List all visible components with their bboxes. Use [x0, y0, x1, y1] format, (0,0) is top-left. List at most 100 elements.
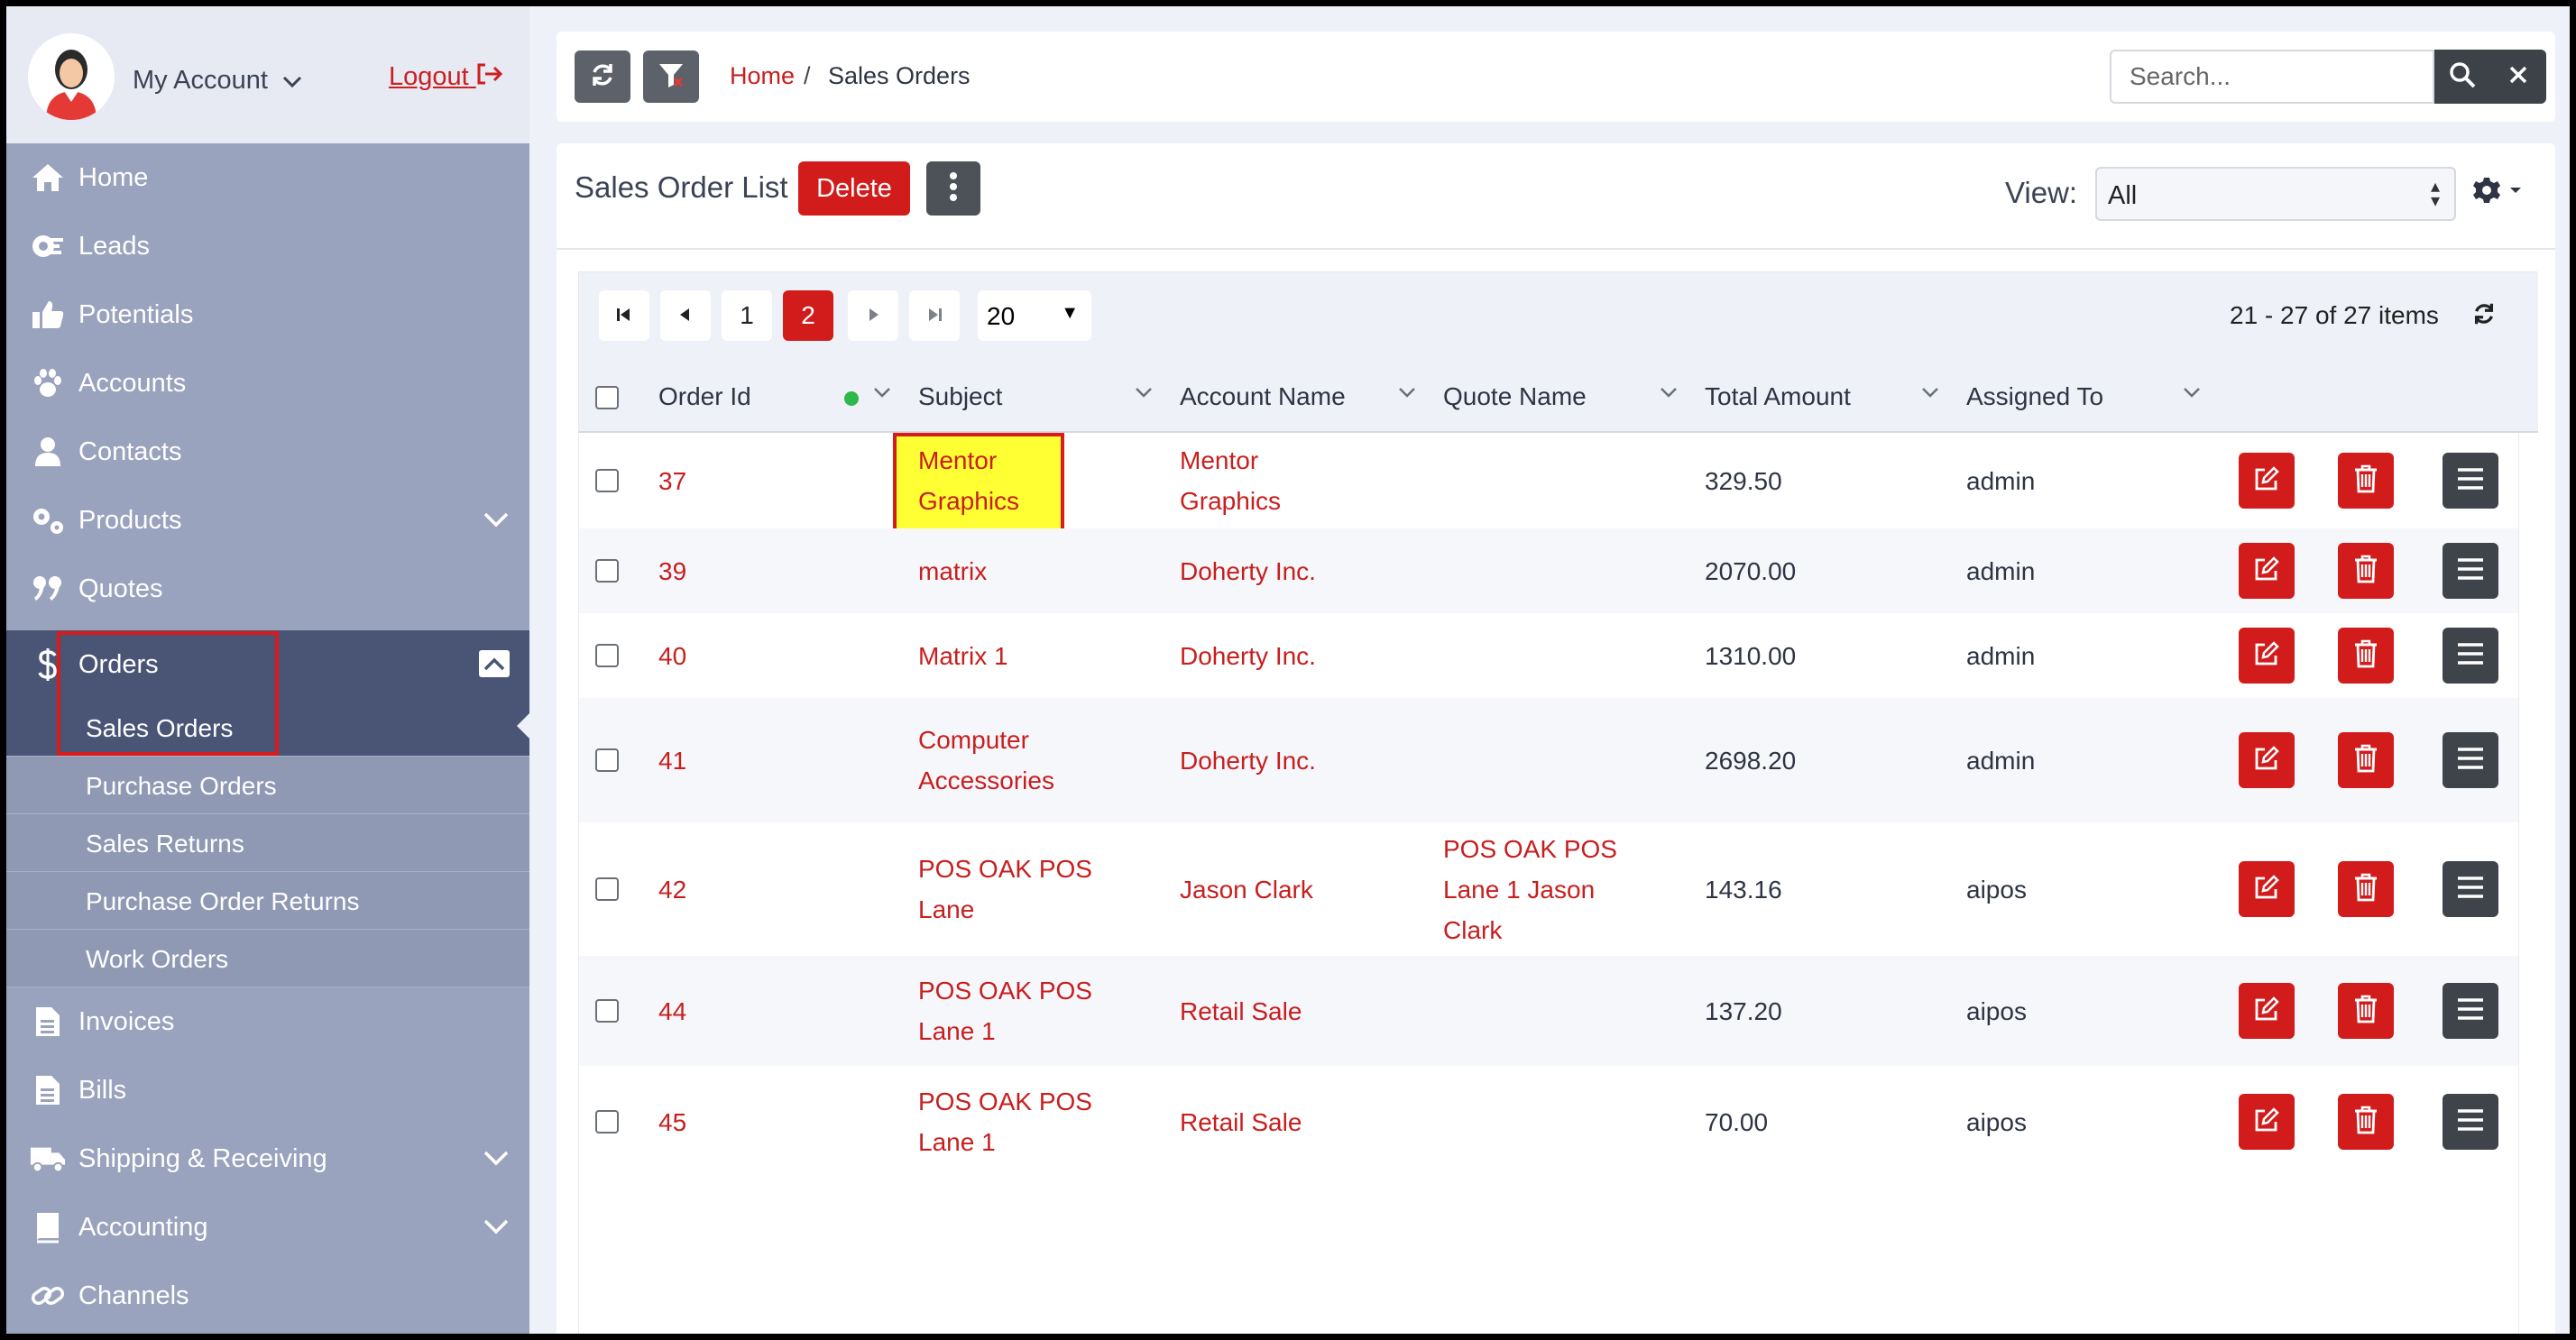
account-name-link[interactable]: Doherty Inc.	[1180, 551, 1316, 592]
chevron-down-icon[interactable]	[1921, 386, 1939, 403]
row-menu-button[interactable]	[2443, 628, 2498, 684]
table-row[interactable]: 37 Mentor Graphics Mentor Graphics 329.50 admi…	[579, 433, 2518, 537]
chevron-down-icon[interactable]	[1398, 386, 1416, 403]
column-header-order-id[interactable]: Order Id	[658, 382, 751, 411]
row-checkbox[interactable]	[595, 877, 619, 901]
subject-link[interactable]: POS OAK POS Lane 1	[918, 1081, 1092, 1162]
table-row[interactable]: 42 POS OAK POS Lane Jason Clark POS OAK POS L…	[579, 822, 2518, 956]
delete-row-button[interactable]	[2338, 628, 2394, 684]
delete-button[interactable]: Delete	[798, 161, 910, 216]
clear-search-button[interactable]	[2490, 50, 2546, 104]
column-header-quote-name[interactable]: Quote Name	[1443, 382, 1587, 411]
sidebar-subitem-purchase-orders[interactable]: Purchase Orders	[6, 757, 529, 814]
sidebar-subitem-sales-returns[interactable]: Sales Returns	[6, 814, 529, 872]
last-page-button[interactable]	[909, 290, 960, 341]
delete-row-button[interactable]	[2338, 861, 2394, 917]
table-row[interactable]: 40 Matrix 1 Doherty Inc. 1310.00 admin	[579, 613, 2518, 698]
clear-filter-button[interactable]	[643, 50, 699, 103]
more-actions-button[interactable]	[926, 161, 980, 216]
edit-button[interactable]	[2239, 983, 2295, 1039]
row-checkbox[interactable]	[595, 748, 619, 772]
order-id-link[interactable]: 42	[658, 869, 686, 910]
edit-button[interactable]	[2239, 628, 2295, 684]
account-name-link[interactable]: Doherty Inc.	[1180, 636, 1316, 676]
table-row[interactable]: 45 POS OAK POS Lane 1 Retail Sale 70.00 aipos	[579, 1066, 2518, 1178]
page-2-button[interactable]: 2	[783, 290, 833, 341]
chevron-down-icon[interactable]	[1135, 386, 1153, 403]
sidebar-item-potentials[interactable]: Potentials	[6, 280, 529, 349]
order-id-link[interactable]: 41	[658, 740, 686, 781]
sidebar-subitem-work-orders[interactable]: Work Orders	[6, 930, 529, 987]
subject-link[interactable]: POS OAK POS Lane 1	[918, 970, 1092, 1051]
row-menu-button[interactable]	[2443, 543, 2498, 599]
chevron-up-icon[interactable]	[479, 650, 510, 677]
row-checkbox[interactable]	[595, 1110, 619, 1133]
chevron-down-icon[interactable]	[483, 1213, 510, 1243]
sidebar-item-leads[interactable]: Leads	[6, 212, 529, 280]
view-select[interactable]: All ▴ ▾	[2095, 167, 2456, 221]
first-page-button[interactable]	[599, 290, 649, 341]
search-button[interactable]	[2434, 50, 2490, 104]
refresh-button[interactable]	[575, 50, 630, 103]
row-menu-button[interactable]	[2443, 453, 2498, 509]
row-checkbox[interactable]	[595, 469, 619, 492]
sidebar-item-accounting[interactable]: Accounting	[6, 1193, 529, 1262]
sidebar-item-contacts[interactable]: Contacts	[6, 418, 529, 486]
order-id-link[interactable]: 37	[658, 461, 686, 501]
edit-button[interactable]	[2239, 1094, 2295, 1150]
edit-button[interactable]	[2239, 543, 2295, 599]
chevron-down-icon[interactable]	[483, 1144, 510, 1174]
vertical-scrollbar[interactable]	[2518, 433, 2538, 1334]
delete-row-button[interactable]	[2338, 1094, 2394, 1150]
sidebar-item-shipping-receiving[interactable]: Shipping & Receiving	[6, 1124, 529, 1193]
search-input[interactable]	[2110, 50, 2434, 104]
sidebar-item-quotes[interactable]: Quotes	[6, 555, 529, 623]
sidebar-item-products[interactable]: Products	[6, 486, 529, 555]
grid-refresh-button[interactable]	[2471, 301, 2497, 331]
chevron-down-icon[interactable]	[873, 386, 891, 403]
table-row[interactable]: 39 matrix Doherty Inc. 2070.00 admin	[579, 528, 2518, 613]
edit-button[interactable]	[2239, 732, 2295, 788]
account-name-link[interactable]: Retail Sale	[1180, 991, 1302, 1032]
select-all-checkbox[interactable]	[595, 386, 619, 409]
column-header-account-name[interactable]: Account Name	[1180, 382, 1346, 411]
column-header-assigned-to[interactable]: Assigned To	[1966, 382, 2103, 411]
row-menu-button[interactable]	[2443, 732, 2498, 788]
chevron-down-icon[interactable]	[1660, 386, 1678, 403]
delete-row-button[interactable]	[2338, 732, 2394, 788]
row-checkbox[interactable]	[595, 999, 619, 1023]
row-menu-button[interactable]	[2443, 983, 2498, 1039]
settings-menu[interactable]	[2472, 176, 2523, 209]
subject-link[interactable]: Matrix 1	[918, 636, 1008, 676]
order-id-link[interactable]: 44	[658, 991, 686, 1032]
delete-row-button[interactable]	[2338, 453, 2394, 509]
subject-link[interactable]: matrix	[918, 551, 987, 592]
sidebar-subitem-sales-orders[interactable]: Sales Orders	[6, 699, 529, 757]
page-size-select[interactable]: 20 ▼	[978, 290, 1091, 341]
my-account-menu[interactable]: My Account	[133, 66, 302, 96]
delete-row-button[interactable]	[2338, 543, 2394, 599]
order-id-link[interactable]: 40	[658, 636, 686, 676]
account-name-link[interactable]: Retail Sale	[1180, 1102, 1302, 1143]
page-1-button[interactable]: 1	[722, 290, 772, 341]
row-menu-button[interactable]	[2443, 861, 2498, 917]
sidebar-item-orders[interactable]: Orders	[6, 630, 529, 699]
subject-link[interactable]: POS OAK POS Lane	[918, 849, 1092, 930]
order-id-link[interactable]: 45	[658, 1102, 686, 1143]
table-row[interactable]: 41 Computer Accessories Doherty Inc. 2698.20…	[579, 698, 2518, 822]
edit-button[interactable]	[2239, 453, 2295, 509]
chevron-down-icon[interactable]	[483, 506, 510, 536]
breadcrumb-home[interactable]: Home	[730, 62, 795, 90]
avatar[interactable]	[28, 33, 115, 120]
next-page-button[interactable]	[848, 290, 898, 341]
sidebar-subitem-purchase-order-returns[interactable]: Purchase Order Returns	[6, 872, 529, 930]
column-header-total-amount[interactable]: Total Amount	[1705, 382, 1851, 411]
chevron-down-icon[interactable]	[2183, 386, 2201, 403]
account-name-link[interactable]: Mentor Graphics	[1180, 440, 1281, 521]
account-name-link[interactable]: Doherty Inc.	[1180, 740, 1316, 781]
sidebar-item-accounts[interactable]: Accounts	[6, 349, 529, 418]
row-menu-button[interactable]	[2443, 1094, 2498, 1150]
subject-link[interactable]: Computer Accessories	[918, 720, 1054, 801]
account-name-link[interactable]: Jason Clark	[1180, 869, 1313, 910]
order-id-link[interactable]: 39	[658, 551, 686, 592]
